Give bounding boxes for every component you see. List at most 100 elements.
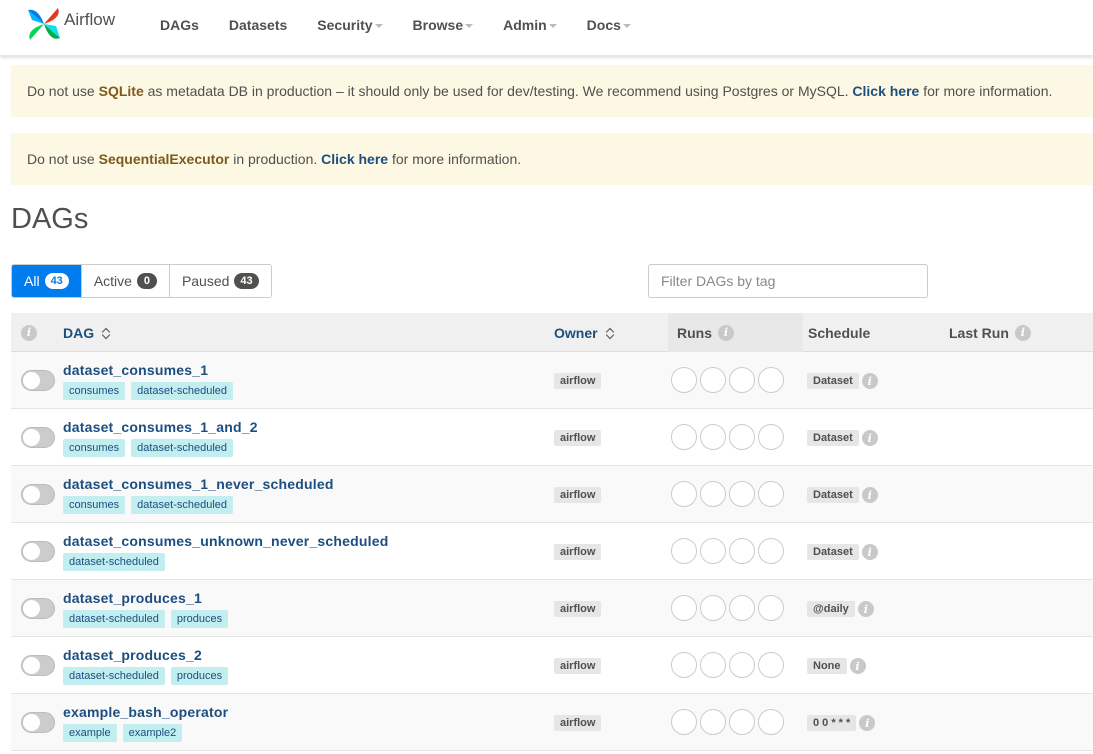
brand[interactable]: Airflow: [24, 4, 115, 44]
run-status-circle[interactable]: [700, 367, 726, 393]
table-header: i DAG Owner Runs i Schedule Last Run i: [11, 313, 1093, 352]
info-icon[interactable]: i: [861, 430, 878, 446]
run-status-circle[interactable]: [729, 652, 755, 678]
run-status-circle[interactable]: [758, 367, 784, 393]
filter-active-button[interactable]: Active 0: [81, 265, 170, 297]
nav-item-docs[interactable]: Docs: [587, 16, 631, 34]
pause-toggle[interactable]: [21, 712, 55, 733]
pause-toggle[interactable]: [21, 484, 55, 505]
run-status-circle[interactable]: [758, 652, 784, 678]
run-status-circle[interactable]: [671, 652, 697, 678]
pause-toggle[interactable]: [21, 370, 55, 391]
dag-name-link[interactable]: dataset_consumes_1_never_scheduled: [63, 476, 334, 492]
dag-name-link[interactable]: dataset_consumes_1_and_2: [63, 419, 258, 435]
info-icon[interactable]: i: [861, 544, 878, 560]
nav-item-admin[interactable]: Admin: [503, 16, 557, 34]
pause-toggle[interactable]: [21, 655, 55, 676]
run-status-circle[interactable]: [671, 538, 697, 564]
alert-click-here-link[interactable]: Click here: [852, 83, 919, 99]
run-status-circle[interactable]: [700, 424, 726, 450]
tag-badge[interactable]: consumes: [63, 382, 126, 400]
run-status-circle[interactable]: [729, 481, 755, 507]
info-icon[interactable]: i: [1014, 324, 1031, 341]
run-status-circles: [671, 652, 787, 678]
navbar: Airflow DAGs Datasets Security Browse Admin D…: [0, 0, 1093, 56]
tag-badge[interactable]: consumes: [63, 496, 126, 514]
info-icon[interactable]: i: [861, 487, 878, 503]
run-status-circle[interactable]: [700, 709, 726, 735]
run-status-circle[interactable]: [671, 595, 697, 621]
tag-badge[interactable]: dataset-scheduled: [63, 667, 165, 685]
owner-badge[interactable]: airflow: [554, 373, 602, 389]
page-title: DAGs: [11, 203, 89, 235]
tag-badge[interactable]: produces: [170, 610, 229, 628]
nav-item-dags[interactable]: DAGs: [160, 16, 199, 34]
tag-badge[interactable]: dataset-scheduled: [131, 439, 234, 457]
run-status-circle[interactable]: [758, 538, 784, 564]
run-status-circle[interactable]: [729, 424, 755, 450]
run-status-circle[interactable]: [671, 481, 697, 507]
run-status-circle[interactable]: [729, 367, 755, 393]
run-status-circle[interactable]: [700, 652, 726, 678]
nav-item-browse[interactable]: Browse: [413, 16, 474, 34]
info-icon[interactable]: i: [859, 715, 876, 731]
run-status-circle[interactable]: [700, 595, 726, 621]
run-status-circle[interactable]: [729, 538, 755, 564]
run-status-circle[interactable]: [758, 424, 784, 450]
nav-item-datasets[interactable]: Datasets: [229, 16, 287, 34]
dag-name-link[interactable]: example_bash_operator: [63, 704, 228, 720]
run-status-circle[interactable]: [700, 538, 726, 564]
run-status-circle[interactable]: [700, 481, 726, 507]
owner-badge[interactable]: airflow: [554, 430, 602, 446]
caret-down-icon: [622, 24, 631, 28]
tag-badge[interactable]: example: [63, 724, 117, 742]
tag-badge[interactable]: dataset-scheduled: [63, 553, 165, 571]
nav-item-label: Admin: [503, 17, 547, 33]
table-row: dataset_consumes_1_never_scheduledconsum…: [11, 466, 1093, 523]
dag-column-header[interactable]: DAG: [63, 313, 110, 352]
tag-badge[interactable]: consumes: [63, 439, 126, 457]
info-icon[interactable]: i: [857, 601, 874, 617]
sort-icon[interactable]: [606, 326, 614, 340]
owner-column-header[interactable]: Owner: [554, 313, 614, 352]
owner-badge[interactable]: airflow: [554, 544, 602, 560]
table-row: dataset_produces_1 dataset-scheduled produ…: [11, 580, 1093, 637]
tag-badge[interactable]: produces: [170, 667, 229, 685]
run-status-circle[interactable]: [671, 709, 697, 735]
nav-item-security[interactable]: Security: [317, 16, 383, 34]
run-status-circle[interactable]: [758, 709, 784, 735]
info-icon[interactable]: i: [861, 373, 878, 389]
pause-toggle[interactable]: [21, 427, 55, 448]
run-status-circle[interactable]: [729, 595, 755, 621]
tag-badge[interactable]: dataset-scheduled: [131, 382, 234, 400]
filter-all-button[interactable]: All 43: [12, 265, 82, 297]
owner-badge[interactable]: airflow: [554, 715, 602, 731]
run-status-circle[interactable]: [671, 367, 697, 393]
owner-badge[interactable]: airflow: [554, 487, 602, 503]
owner-badge[interactable]: airflow: [554, 601, 602, 617]
run-status-circle[interactable]: [729, 709, 755, 735]
dag-name-link[interactable]: dataset_produces_1: [63, 590, 202, 606]
run-status-circle[interactable]: [671, 424, 697, 450]
tag-badge[interactable]: dataset-scheduled: [63, 610, 165, 628]
dag-name-link[interactable]: dataset_consumes_1: [63, 362, 208, 378]
run-status-circle[interactable]: [758, 481, 784, 507]
tag-badge[interactable]: dataset-scheduled: [131, 496, 234, 514]
schedule-badge: Dataset: [807, 544, 859, 560]
owner-badge[interactable]: airflow: [554, 658, 602, 674]
sort-icon[interactable]: [102, 326, 110, 340]
pause-toggle[interactable]: [21, 598, 55, 619]
tag-list: consumes dataset-scheduled: [63, 439, 239, 457]
info-icon[interactable]: i: [849, 658, 866, 674]
tag-badge[interactable]: example2: [122, 724, 183, 742]
dag-name-link[interactable]: dataset_consumes_unknown_never_scheduled: [63, 533, 388, 549]
dag-name-link[interactable]: dataset_produces_2: [63, 647, 202, 663]
run-status-circle[interactable]: [758, 595, 784, 621]
info-icon[interactable]: i: [718, 324, 734, 341]
run-status-circles: [671, 424, 787, 450]
filter-paused-button[interactable]: Paused 43: [169, 265, 271, 297]
tag-filter-input[interactable]: [648, 264, 928, 298]
info-icon[interactable]: i: [21, 324, 37, 341]
alert-click-here-link[interactable]: Click here: [321, 151, 388, 167]
pause-toggle[interactable]: [21, 541, 55, 562]
